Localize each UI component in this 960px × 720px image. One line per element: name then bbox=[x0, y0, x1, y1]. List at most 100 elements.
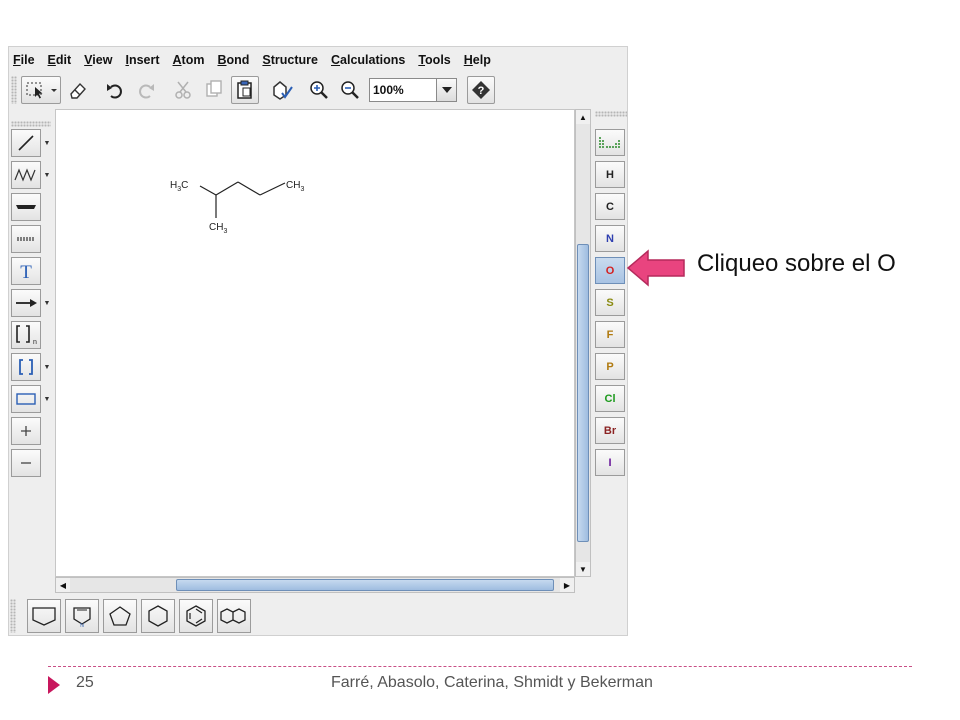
vertical-scroll-thumb[interactable] bbox=[577, 244, 589, 542]
hash-bond-button[interactable] bbox=[11, 225, 41, 253]
chevron-down-icon[interactable]: ▼ bbox=[43, 129, 51, 157]
element-h-button[interactable]: H bbox=[595, 161, 625, 188]
charge-minus-button[interactable] bbox=[11, 449, 41, 477]
element-label: Cl bbox=[604, 392, 616, 405]
ring-template-button[interactable] bbox=[103, 599, 137, 633]
chevron-down-icon[interactable]: ▼ bbox=[43, 289, 51, 317]
cyclopentane-template-icon bbox=[109, 606, 131, 626]
undo-button[interactable] bbox=[101, 76, 129, 104]
atom-label-ch3-bottom: CH3 bbox=[209, 222, 227, 235]
text-icon: T bbox=[20, 262, 32, 281]
atom-label-h3c: H3C bbox=[170, 180, 188, 193]
element-c-button[interactable]: C bbox=[595, 193, 625, 220]
benzene-template-icon bbox=[186, 605, 206, 627]
sgroup-bracket-button[interactable]: n bbox=[11, 321, 41, 349]
menu-file[interactable]: File bbox=[13, 53, 35, 67]
element-label: F bbox=[606, 328, 614, 341]
help-button[interactable]: ? bbox=[467, 76, 495, 104]
arrow-button[interactable] bbox=[11, 289, 41, 317]
menu-view[interactable]: View bbox=[84, 53, 112, 67]
select-icon bbox=[26, 82, 57, 99]
zoom-combobox[interactable]: 100% bbox=[369, 78, 457, 102]
menu-insert[interactable]: Insert bbox=[125, 53, 159, 67]
element-p-button[interactable]: P bbox=[595, 353, 625, 380]
erase-button[interactable] bbox=[64, 76, 92, 104]
periodic-table-button[interactable] bbox=[595, 129, 625, 156]
zoom-out-button[interactable] bbox=[336, 76, 364, 104]
ring-template-button[interactable] bbox=[179, 599, 213, 633]
element-o-button[interactable]: O bbox=[595, 257, 625, 284]
drawing-canvas[interactable]: H3C CH3 CH3 bbox=[55, 109, 575, 577]
help-icon: ? bbox=[472, 81, 490, 99]
sgroup-bracket-icon: n bbox=[16, 325, 37, 346]
hash-bond-icon bbox=[17, 237, 34, 241]
slide-number: 25 bbox=[76, 674, 94, 691]
element-f-button[interactable]: F bbox=[595, 321, 625, 348]
vertical-scrollbar[interactable]: ▲ ▼ bbox=[575, 109, 591, 577]
zoom-in-button[interactable] bbox=[305, 76, 333, 104]
cut-icon bbox=[175, 81, 191, 99]
horizontal-scrollbar[interactable]: ◀ ▶ bbox=[55, 577, 575, 593]
main-toolbar: 100% ? bbox=[9, 73, 627, 107]
zoom-value: 100% bbox=[373, 83, 404, 97]
element-cl-button[interactable]: Cl bbox=[595, 385, 625, 412]
marvin-sketch-window: File Edit View Insert Atom Bond Structur… bbox=[8, 46, 628, 636]
scroll-down-arrow[interactable]: ▼ bbox=[576, 562, 590, 576]
chevron-down-icon[interactable]: ▼ bbox=[43, 353, 51, 381]
svg-text:n: n bbox=[33, 339, 37, 346]
scroll-up-arrow[interactable]: ▲ bbox=[576, 110, 590, 124]
element-label: S bbox=[606, 296, 614, 309]
bracket-button[interactable] bbox=[11, 353, 41, 381]
element-br-button[interactable]: Br bbox=[595, 417, 625, 444]
menu-calculations[interactable]: Calculations bbox=[331, 53, 405, 67]
menu-help[interactable]: Help bbox=[464, 53, 491, 67]
text-button[interactable]: T bbox=[11, 257, 41, 285]
menu-tools[interactable]: Tools bbox=[418, 53, 450, 67]
menu-bar: File Edit View Insert Atom Bond Structur… bbox=[9, 47, 627, 73]
chevron-down-icon[interactable]: ▼ bbox=[43, 385, 51, 413]
element-label: I bbox=[608, 456, 612, 469]
bracket-icon bbox=[19, 359, 33, 375]
single-bond-icon bbox=[18, 135, 34, 151]
eraser-icon bbox=[70, 82, 86, 99]
zoom-out-icon bbox=[341, 81, 359, 99]
charge-plus-button[interactable] bbox=[11, 417, 41, 445]
cyclohexane-template-icon bbox=[148, 605, 168, 627]
footer-triangle-icon bbox=[48, 676, 60, 694]
scroll-left-arrow[interactable]: ◀ bbox=[56, 578, 70, 592]
ring-template-button[interactable] bbox=[141, 599, 175, 633]
ring-template-button[interactable] bbox=[27, 599, 61, 633]
element-s-button[interactable]: S bbox=[595, 289, 625, 316]
single-bond-button[interactable] bbox=[11, 129, 41, 157]
menu-atom[interactable]: Atom bbox=[173, 53, 205, 67]
rectangle-button[interactable] bbox=[11, 385, 41, 413]
ring-template-button[interactable]: N bbox=[65, 599, 99, 633]
cut-button[interactable] bbox=[169, 76, 197, 104]
periodic-table-icon bbox=[599, 136, 620, 148]
menu-bond[interactable]: Bond bbox=[217, 53, 249, 67]
bottom-toolbar-grip bbox=[10, 599, 16, 633]
element-label: Br bbox=[603, 424, 617, 437]
chevron-down-icon[interactable]: ▼ bbox=[43, 161, 51, 189]
menu-structure[interactable]: Structure bbox=[262, 53, 318, 67]
chain-button[interactable] bbox=[11, 161, 41, 189]
bold-bond-button[interactable] bbox=[11, 193, 41, 221]
svg-text:?: ? bbox=[478, 85, 485, 97]
menu-edit[interactable]: Edit bbox=[48, 53, 72, 67]
element-n-button[interactable]: N bbox=[595, 225, 625, 252]
clean-button[interactable] bbox=[268, 76, 296, 104]
redo-button[interactable] bbox=[132, 76, 160, 104]
paste-button[interactable] bbox=[231, 76, 259, 104]
horizontal-scroll-thumb[interactable] bbox=[176, 579, 554, 591]
copy-button[interactable] bbox=[200, 76, 228, 104]
element-i-button[interactable]: I bbox=[595, 449, 625, 476]
ring-template-button[interactable] bbox=[217, 599, 251, 633]
element-label: P bbox=[606, 360, 614, 373]
slide: File Edit View Insert Atom Bond Structur… bbox=[0, 0, 960, 720]
element-label: N bbox=[606, 232, 614, 245]
chevron-down-icon[interactable] bbox=[436, 79, 456, 101]
periodic-table-toolbar: H C N O S F P Cl Br I bbox=[593, 109, 627, 579]
select-button[interactable] bbox=[21, 76, 61, 104]
scroll-right-arrow[interactable]: ▶ bbox=[560, 578, 574, 592]
left-toolbar: ▼ ▼ T ▼ n ▼ ▼ bbox=[9, 121, 57, 591]
